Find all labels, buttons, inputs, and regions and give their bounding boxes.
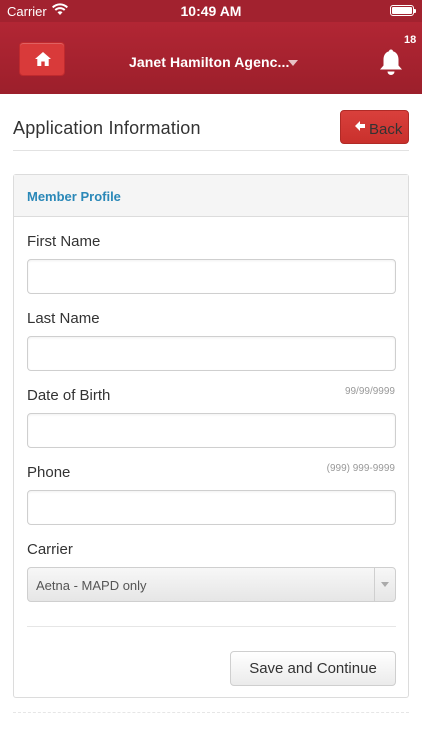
caret-down-icon[interactable] xyxy=(288,60,298,66)
first-name-label: First Name xyxy=(27,233,101,250)
dob-format-hint: 99/99/9999 xyxy=(344,386,395,397)
clock: 10:49 AM xyxy=(180,3,242,19)
carrier-label: Carrier xyxy=(27,541,73,558)
home-icon xyxy=(35,52,51,66)
nav-bar: Janet Hamilton Agenc... 18 xyxy=(0,22,422,94)
chevron-down-icon xyxy=(381,582,389,587)
arrow-left-icon xyxy=(355,121,365,131)
next-panel-edge xyxy=(13,712,409,716)
phone-label: Phone xyxy=(27,464,71,481)
back-button[interactable]: Back xyxy=(340,110,409,144)
phone-field[interactable] xyxy=(27,490,396,525)
notification-badge: 18 xyxy=(404,34,417,46)
phone-format-hint: (999) 999-9999 xyxy=(326,463,395,474)
agency-selector[interactable]: Janet Hamilton Agenc... xyxy=(129,54,289,70)
first-name-field[interactable] xyxy=(27,259,396,294)
member-profile-panel: Member Profile First Name Last Name 99/9… xyxy=(13,174,409,698)
panel-title: Member Profile xyxy=(27,189,121,204)
home-button[interactable] xyxy=(19,42,65,76)
last-name-field[interactable] xyxy=(27,336,396,371)
form-divider xyxy=(27,626,396,627)
battery-icon xyxy=(390,5,416,16)
dob-field[interactable] xyxy=(27,413,396,448)
dob-label: Date of Birth xyxy=(27,387,111,404)
select-divider xyxy=(374,568,375,601)
bell-icon[interactable] xyxy=(379,48,403,76)
carrier-select[interactable]: Aetna - MAPD only xyxy=(27,567,396,602)
last-name-label: Last Name xyxy=(27,310,100,327)
status-bar: Carrier 10:49 AM xyxy=(0,0,422,22)
carrier-selected-value: Aetna - MAPD only xyxy=(36,578,147,593)
save-and-continue-button[interactable]: Save and Continue xyxy=(230,651,396,686)
divider xyxy=(13,150,409,151)
panel-heading: Member Profile xyxy=(14,175,408,217)
back-button-label: Back xyxy=(369,121,403,138)
page-title: Application Information xyxy=(13,118,201,138)
